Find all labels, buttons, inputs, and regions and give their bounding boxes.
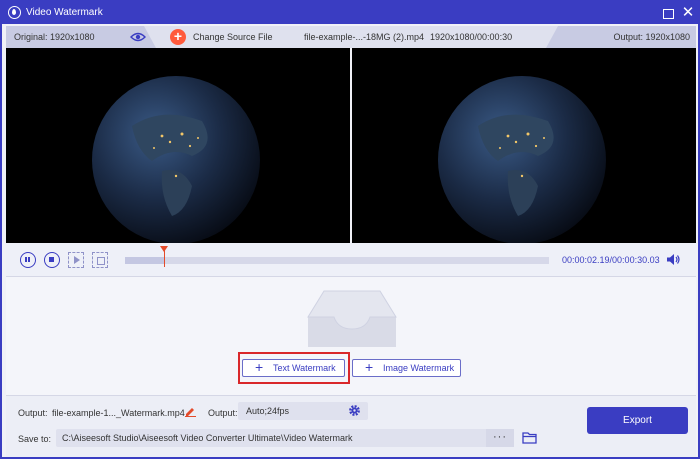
save-path-field[interactable]: C:\Aiseesoft Studio\Aiseesoft Video Conv… xyxy=(56,429,514,447)
highlight-box xyxy=(238,352,350,384)
save-path-value: C:\Aiseesoft Studio\Aiseesoft Video Conv… xyxy=(62,433,353,443)
title-bar: Video Watermark ✕ xyxy=(2,2,698,24)
output-file-name: file-example-1..._Watermark.mp4 xyxy=(52,408,185,418)
plus-icon: + xyxy=(365,359,374,375)
pencil-icon[interactable] xyxy=(185,406,196,417)
browse-button[interactable]: ··· xyxy=(486,429,514,447)
original-preview xyxy=(6,48,350,243)
eye-icon[interactable] xyxy=(130,32,146,42)
export-button[interactable]: Export xyxy=(587,407,688,434)
snapshot-button[interactable] xyxy=(92,252,108,268)
image-watermark-label: Image Watermark xyxy=(383,363,455,373)
window-title: Video Watermark xyxy=(26,7,103,18)
earth-image xyxy=(92,76,260,243)
change-source-button[interactable]: + xyxy=(170,29,186,45)
source-info-bar: Original: 1920x1080 + Change Source File… xyxy=(6,26,696,48)
output-panel: Output: file-example-1..._Watermark.mp4 … xyxy=(6,395,696,457)
folder-icon[interactable] xyxy=(522,431,537,444)
watermarked-preview xyxy=(352,48,696,243)
close-button[interactable]: ✕ xyxy=(680,5,696,21)
output-format-value: Auto;24fps xyxy=(246,406,290,416)
maximize-button[interactable] xyxy=(660,5,676,21)
output-file-label: Output: xyxy=(18,408,48,418)
change-source-label[interactable]: Change Source File xyxy=(193,32,273,42)
output-resolution-label: Output: 1920x1080 xyxy=(613,32,690,42)
time-readout: 00:00:02.19/00:00:30.03 xyxy=(562,255,660,265)
source-file-name: file-example-...-18MG (2).mp4 xyxy=(304,32,425,42)
watermark-area: + Text Watermark + Image Watermark xyxy=(6,277,696,395)
droplet-icon xyxy=(8,6,21,19)
image-watermark-button[interactable]: + Image Watermark xyxy=(352,359,461,377)
volume-icon[interactable] xyxy=(666,253,680,266)
pause-button[interactable] xyxy=(20,252,36,268)
stop-button[interactable] xyxy=(44,252,60,268)
output-format-label: Output: xyxy=(208,408,238,418)
original-resolution-label: Original: 1920x1080 xyxy=(14,32,95,42)
video-watermark-window: Video Watermark ✕ Original: 1920x1080 + … xyxy=(0,0,700,459)
next-frame-button[interactable] xyxy=(68,252,84,268)
playback-controls: 00:00:02.19/00:00:30.03 xyxy=(6,243,696,277)
timeline-slider[interactable] xyxy=(125,257,549,264)
playhead-marker[interactable] xyxy=(159,246,168,267)
earth-image xyxy=(438,76,606,243)
source-file-resolution: 1920x1080/00:00:30 xyxy=(430,32,513,42)
total-time: /00:00:30.03 xyxy=(609,255,660,265)
gear-icon[interactable] xyxy=(348,404,361,417)
empty-tray-icon xyxy=(307,290,397,347)
output-tab: Output: 1920x1080 xyxy=(546,26,696,48)
timeline-played xyxy=(125,257,164,264)
save-to-label: Save to: xyxy=(18,434,52,444)
current-time: 00:00:02.19 xyxy=(562,255,610,265)
